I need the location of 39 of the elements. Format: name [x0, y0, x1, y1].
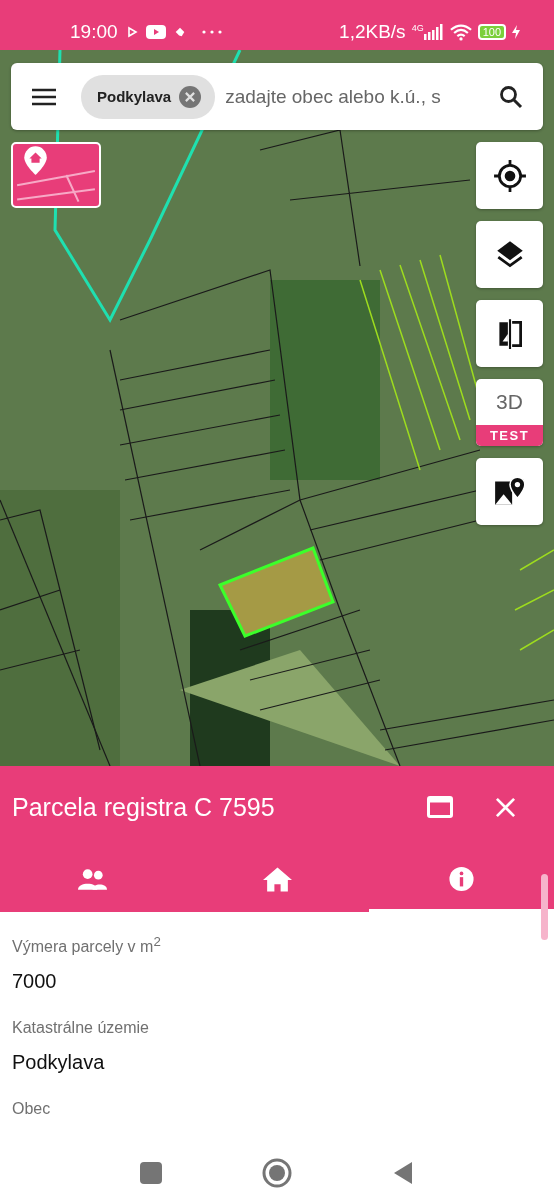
close-icon[interactable]: [495, 796, 516, 818]
recents-icon[interactable]: [140, 1162, 162, 1185]
compare-button[interactable]: [476, 300, 543, 367]
signal-icon: [421, 24, 444, 40]
battery-indicator: 100: [477, 24, 506, 40]
3d-label: 3D: [496, 389, 523, 415]
network-speed: 1,2KB/s: [339, 21, 406, 43]
field-label: Výmera parcely v m$^{2}$: [12, 934, 162, 957]
scroll-indicator: [541, 874, 548, 940]
map-type-button[interactable]: [11, 142, 101, 208]
clear-icon[interactable]: [179, 85, 202, 108]
home-nav-icon[interactable]: [262, 1158, 292, 1189]
play-icon: [125, 26, 138, 38]
wifi-icon: [449, 23, 472, 41]
menu-icon[interactable]: [31, 87, 57, 106]
charging-icon: [512, 25, 520, 39]
search-icon[interactable]: [499, 84, 523, 109]
field-label: Katastrálne územie: [12, 1019, 150, 1038]
back-icon[interactable]: [392, 1162, 414, 1185]
field-value: Podkylava: [12, 1051, 106, 1075]
more-icon: [201, 30, 222, 34]
chip-label: Podkylava: [97, 88, 172, 105]
locate-icon: [492, 158, 527, 193]
info-icon: [447, 865, 477, 892]
test-badge: TEST: [476, 425, 543, 446]
maps-button[interactable]: [476, 458, 543, 525]
parcel-title: Parcela registra C 7595: [12, 792, 276, 822]
field-value: 7000: [12, 970, 58, 994]
3d-view-button[interactable]: 3D TEST: [476, 379, 543, 446]
field-label: Obec: [12, 1100, 52, 1119]
layers-button[interactable]: [476, 221, 543, 288]
network-type: 4G: [411, 23, 424, 33]
home-icon: [262, 865, 292, 892]
video-icon: [145, 25, 166, 39]
location-chip[interactable]: Podkylava: [81, 74, 216, 119]
search-field[interactable]: zadajte obec alebo k.ú., s: [225, 85, 489, 108]
status-time: 19:00: [70, 21, 118, 43]
locate-button[interactable]: [476, 142, 543, 209]
window-icon[interactable]: [427, 796, 453, 818]
